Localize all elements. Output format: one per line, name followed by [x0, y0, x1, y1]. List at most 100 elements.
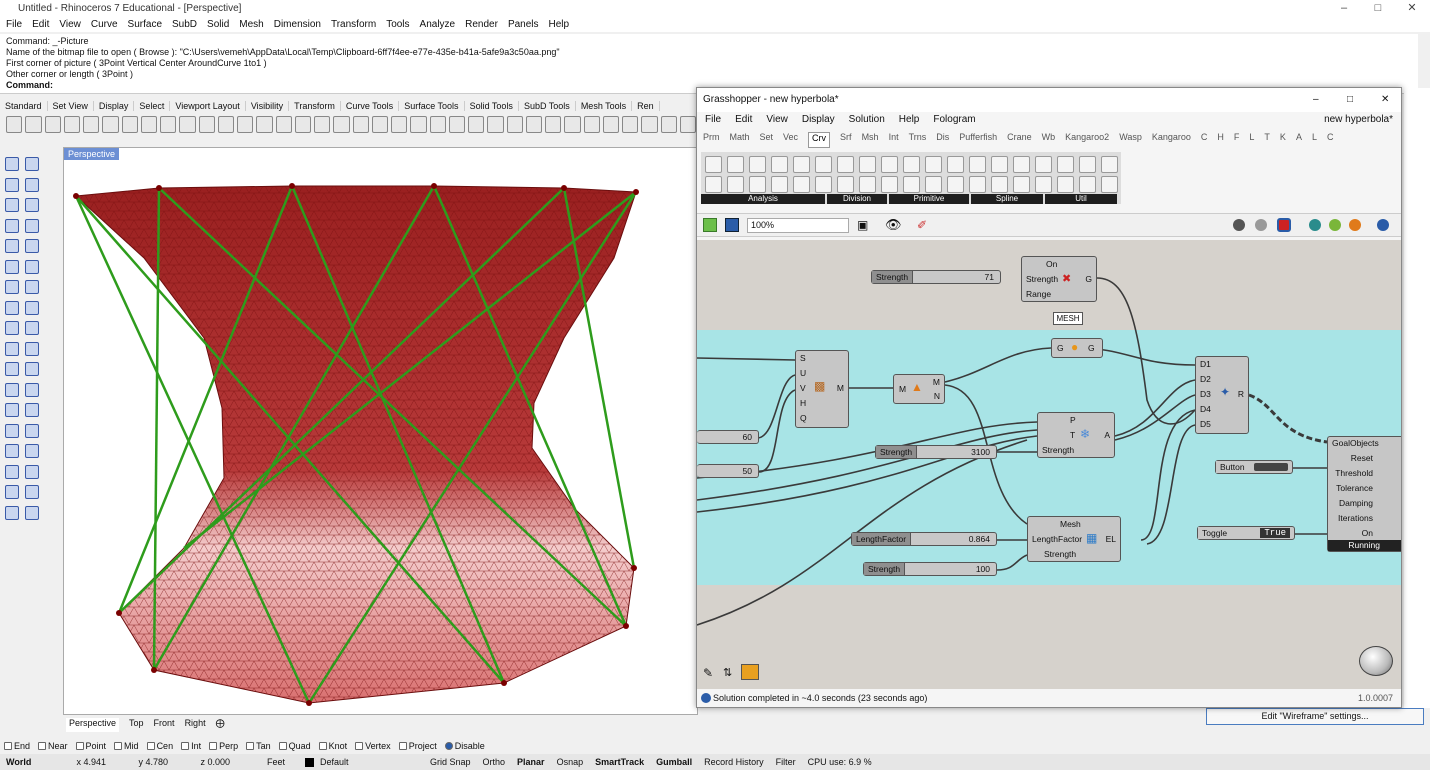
gh-component-icon[interactable]: [947, 156, 964, 173]
left-tool-icon[interactable]: [25, 198, 39, 212]
gh-tab[interactable]: A: [1296, 132, 1302, 148]
status-grid-snap[interactable]: Grid Snap: [424, 757, 477, 767]
slider-strength-anchor[interactable]: Strength 71: [871, 270, 1001, 284]
gh-canvas[interactable]: On Strength Range ✖ G MESH G ● G S U V H…: [697, 240, 1401, 689]
solver-component[interactable]: GoalObjects Reset Threshold Tolerance Da…: [1327, 436, 1401, 552]
checkbox-icon[interactable]: [398, 742, 407, 750]
left-tool-icon[interactable]: [25, 464, 39, 479]
solver-damping[interactable]: Damping: [1328, 498, 1401, 508]
input-d5[interactable]: D5: [1196, 419, 1248, 429]
slider-strength-load[interactable]: Strength 3100: [875, 445, 997, 459]
checkbox-icon[interactable]: [181, 742, 190, 750]
slider-value[interactable]: 60: [743, 432, 758, 442]
group-primitive[interactable]: Primitive: [889, 194, 969, 204]
toolbar-tool-icon[interactable]: [622, 116, 639, 133]
gh-tab[interactable]: Wasp: [1119, 132, 1142, 148]
toolbar-tool-icon[interactable]: [237, 116, 254, 133]
left-tool-icon[interactable]: [5, 321, 19, 335]
osnap-quad[interactable]: Quad: [278, 739, 311, 753]
toolbar-tool-icon[interactable]: [314, 116, 331, 133]
gh-component-icon[interactable]: [881, 176, 898, 193]
gh-component-icon[interactable]: [881, 156, 898, 173]
left-tool-icon[interactable]: [25, 403, 39, 417]
output-m[interactable]: M: [837, 383, 844, 393]
tab-surface-tools[interactable]: Surface Tools: [399, 101, 465, 111]
left-tool-icon[interactable]: [25, 321, 39, 335]
toolbar-tool-icon[interactable]: [179, 116, 196, 133]
preview-eye-icon[interactable]: 👁: [885, 217, 902, 233]
gh-maximize-icon[interactable]: □: [1347, 88, 1353, 112]
gh-component-icon[interactable]: [771, 156, 788, 173]
gh-tab[interactable]: Dis: [936, 132, 949, 148]
left-tool-icon[interactable]: [25, 259, 39, 274]
toolbar-tool-icon[interactable]: [198, 116, 215, 133]
load-input-t[interactable]: T: [1038, 430, 1114, 440]
layer-label[interactable]: Default: [314, 757, 424, 767]
toolbar-tool-icon[interactable]: [217, 116, 234, 133]
menu-panels[interactable]: Panels: [508, 19, 539, 30]
preview-wire-icon[interactable]: [1233, 219, 1245, 231]
group-division[interactable]: Division: [827, 194, 887, 204]
maximize-icon[interactable]: □: [1364, 0, 1392, 16]
group-util[interactable]: Util: [1045, 194, 1117, 204]
gh-component-icon[interactable]: [1035, 156, 1052, 173]
checkbox-icon[interactable]: [246, 742, 255, 750]
toolbar-tool-icon[interactable]: [468, 116, 485, 133]
sketch-icon[interactable]: ✐: [917, 218, 927, 232]
osnap-mid[interactable]: Mid: [114, 739, 139, 753]
tab-curve-tools[interactable]: Curve Tools: [341, 101, 400, 111]
input-d1[interactable]: D1: [1196, 359, 1248, 369]
toolbar-tool-icon[interactable]: [679, 116, 696, 133]
osnap-tan[interactable]: Tan: [246, 739, 271, 753]
entwine-output-r[interactable]: R: [1238, 389, 1244, 399]
mesh-normals-component[interactable]: M ▲ M N: [893, 374, 945, 404]
toolbar-tool-icon[interactable]: [641, 116, 658, 133]
gh-menu-fologram[interactable]: Fologram: [933, 114, 975, 128]
gh-tab[interactable]: L: [1312, 132, 1317, 148]
toolbar-tool-icon[interactable]: [121, 116, 138, 133]
markov-icon[interactable]: [741, 664, 759, 680]
gh-tab[interactable]: Srf: [840, 132, 852, 148]
gh-tab[interactable]: T: [1264, 132, 1270, 148]
solver-on[interactable]: On: [1328, 528, 1401, 538]
gh-component-icon[interactable]: [1079, 176, 1096, 193]
toolbar-tool-icon[interactable]: [256, 116, 273, 133]
left-tool-icon[interactable]: [5, 403, 19, 417]
tab-solid-tools[interactable]: Solid Tools: [465, 101, 519, 111]
input-d2[interactable]: D2: [1196, 374, 1248, 384]
menu-edit[interactable]: Edit: [32, 19, 49, 30]
gh-component-icon[interactable]: [859, 156, 876, 173]
left-tool-icon[interactable]: [5, 505, 19, 520]
button-face[interactable]: [1254, 463, 1288, 471]
checkbox-icon[interactable]: [355, 742, 364, 750]
toolbar-tool-icon[interactable]: [140, 116, 157, 133]
gh-tab[interactable]: Trns: [909, 132, 927, 148]
toolbar-tool-icon[interactable]: [545, 116, 562, 133]
left-tool-icon[interactable]: [25, 177, 39, 192]
gh-component-icon[interactable]: [1057, 156, 1074, 173]
toolbar-tool-icon[interactable]: [275, 116, 292, 133]
menu-subd[interactable]: SubD: [172, 19, 197, 30]
input-s[interactable]: S: [796, 353, 848, 363]
gh-component-icon[interactable]: [1079, 156, 1096, 173]
anchor-component[interactable]: On Strength Range ✖ G: [1021, 256, 1097, 302]
save-file-icon[interactable]: [725, 218, 739, 232]
gh-component-icon[interactable]: [1101, 156, 1118, 173]
left-tool-icon[interactable]: [25, 505, 39, 520]
gh-tab[interactable]: Kangaroo: [1152, 132, 1191, 148]
menu-help[interactable]: Help: [549, 19, 570, 30]
slider-u-count[interactable]: 60: [697, 430, 759, 444]
gh-menu-file[interactable]: File: [705, 114, 721, 128]
vp-tab-perspective[interactable]: Perspective: [66, 718, 120, 732]
minimize-icon[interactable]: –: [1330, 0, 1358, 16]
input-u[interactable]: U: [796, 368, 848, 378]
menu-surface[interactable]: Surface: [128, 19, 162, 30]
close-icon[interactable]: ✕: [1398, 0, 1426, 16]
slider-strength-edge[interactable]: Strength 100: [863, 562, 997, 576]
input-on[interactable]: On: [1022, 259, 1096, 269]
left-tool-icon[interactable]: [5, 157, 19, 171]
mesh-sphere-component[interactable]: S U V H Q ▩ M: [795, 350, 849, 428]
status-ortho[interactable]: Ortho: [477, 757, 512, 767]
gh-minimize-icon[interactable]: –: [1313, 88, 1319, 112]
menu-tools[interactable]: Tools: [386, 19, 409, 30]
